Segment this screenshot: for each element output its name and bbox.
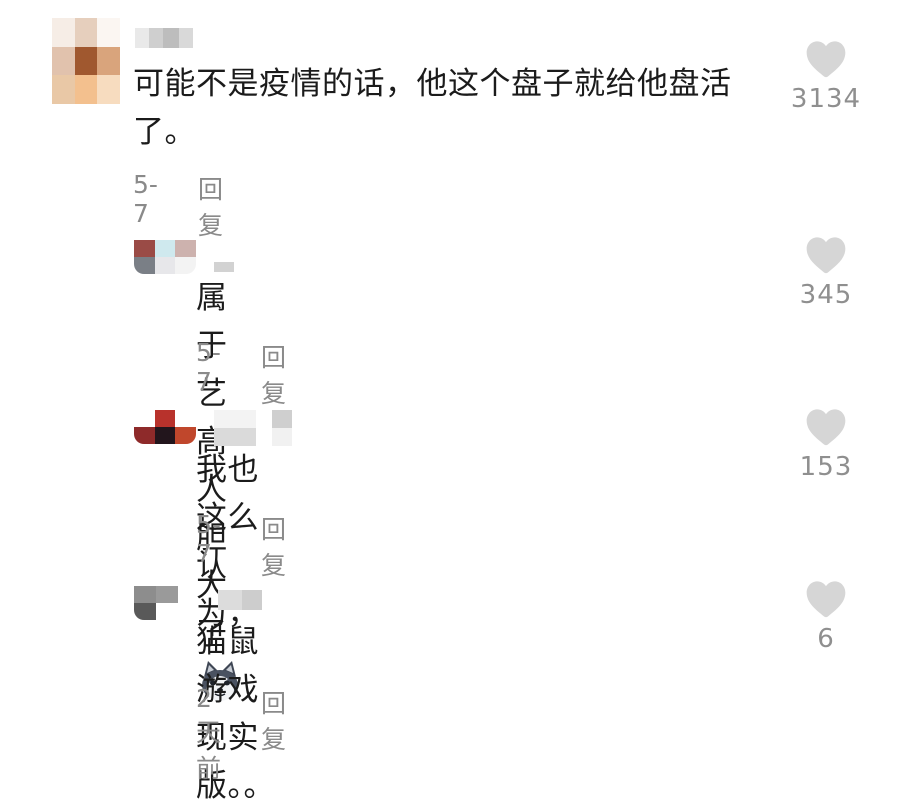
comment-text: 可能不是疫情的话，他这个盘子就给他盘活了。 — [133, 66, 732, 150]
like-count: 345 — [799, 280, 853, 310]
comment-meta: 2天前 回复 — [196, 684, 286, 785]
comment-meta: 5-7 回复 — [196, 510, 286, 582]
comment-date: 5-7 — [133, 170, 158, 228]
like-button[interactable]: 153 — [786, 408, 866, 482]
avatar[interactable] — [134, 410, 196, 444]
like-count: 153 — [799, 452, 853, 482]
like-button[interactable]: 345 — [786, 236, 866, 310]
like-button[interactable]: 3134 — [786, 40, 866, 114]
reply-button[interactable]: 回复 — [261, 684, 286, 785]
username[interactable] — [218, 590, 262, 610]
heart-icon — [806, 41, 846, 78]
reply-button[interactable]: 回复 — [261, 510, 286, 582]
avatar[interactable] — [134, 240, 196, 274]
like-count: 3134 — [790, 84, 862, 114]
heart-icon — [806, 409, 846, 446]
comment-date: 5-7 — [196, 510, 221, 568]
like-count: 6 — [817, 624, 835, 654]
heart-icon — [806, 237, 846, 274]
comment-date: 2天前 — [196, 684, 222, 783]
username[interactable] — [214, 262, 234, 272]
username[interactable] — [214, 410, 292, 446]
username[interactable] — [135, 28, 193, 48]
reply-button[interactable]: 回复 — [261, 338, 286, 410]
comment-date: 5-7 — [196, 338, 221, 396]
comment-meta: 5-7 回复 — [133, 170, 223, 242]
reply-button[interactable]: 回复 — [198, 170, 223, 242]
heart-icon — [806, 581, 846, 618]
comment-meta: 5-7 回复 — [196, 338, 286, 410]
avatar[interactable] — [134, 586, 178, 620]
avatar[interactable] — [52, 18, 120, 104]
like-button[interactable]: 6 — [786, 580, 866, 654]
